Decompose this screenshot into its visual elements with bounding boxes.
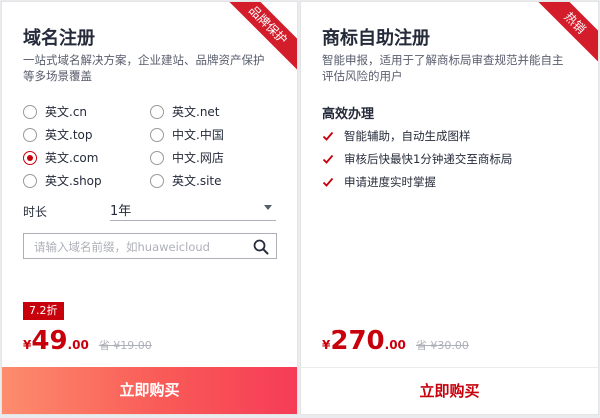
radio-suffix-net[interactable]: 英文.net bbox=[150, 103, 220, 120]
radio-suffix-com[interactable]: 英文.com bbox=[23, 149, 98, 166]
radio-label: 中文.中国 bbox=[172, 128, 224, 142]
domain-search-input[interactable] bbox=[32, 237, 246, 257]
duration-label: 时长 bbox=[23, 205, 48, 219]
radio-circle-icon bbox=[150, 173, 164, 188]
price-decimal: .00 bbox=[384, 338, 406, 352]
price-integer: 270 bbox=[330, 326, 385, 356]
radio-suffix-zhongguo[interactable]: 中文.中国 bbox=[150, 126, 224, 143]
feature-text: 智能辅助，自动生成图样 bbox=[344, 129, 471, 143]
radio-circle-icon bbox=[150, 150, 164, 165]
feature-text: 审核后快最快1分钟递交至商标局 bbox=[344, 152, 513, 166]
buy-now-button[interactable]: 立即购买 bbox=[2, 367, 297, 414]
radio-label: 英文.cn bbox=[45, 105, 88, 119]
feature-text: 申请进度实时掌握 bbox=[344, 175, 436, 189]
section-heading: 高效办理 bbox=[322, 107, 375, 122]
price-saved: 省 ¥30.00 bbox=[415, 339, 469, 352]
duration-value: 1年 bbox=[110, 204, 132, 219]
buy-now-button[interactable]: 立即购买 bbox=[301, 367, 598, 414]
domain-registration-card: 品牌保护 域名注册 一站式域名解决方案，企业建站、品牌资产保护等多场景覆盖 英文… bbox=[1, 1, 298, 415]
check-icon bbox=[322, 177, 334, 187]
radio-label: 英文.site bbox=[172, 174, 222, 188]
radio-suffix-wangdian[interactable]: 中文.网店 bbox=[150, 149, 224, 166]
search-icon[interactable] bbox=[252, 238, 270, 256]
price-integer: 49 bbox=[31, 326, 68, 356]
radio-label: 中文.网店 bbox=[172, 151, 224, 165]
caret-down-icon bbox=[264, 205, 272, 210]
card-description: 智能申报，适用于了解商标局审查规范并能自主评估风险的用户 bbox=[322, 53, 564, 83]
card-description: 一站式域名解决方案，企业建站、品牌资产保护等多场景覆盖 bbox=[23, 53, 265, 83]
radio-suffix-top[interactable]: 英文.top bbox=[23, 126, 92, 143]
radio-suffix-shop[interactable]: 英文.shop bbox=[23, 172, 102, 189]
card-title: 商标自助注册 bbox=[322, 28, 430, 49]
radio-circle-icon bbox=[150, 104, 164, 119]
discount-badge: 7.2折 bbox=[23, 302, 64, 320]
trademark-registration-card: 热销 商标自助注册 智能申报，适用于了解商标局审查规范并能自主评估风险的用户 高… bbox=[300, 1, 599, 415]
price-saved: 省 ¥19.00 bbox=[98, 339, 152, 352]
check-icon bbox=[322, 154, 334, 164]
price: ¥ 49 .00 省 ¥19.00 bbox=[23, 328, 152, 354]
card-title: 域名注册 bbox=[23, 28, 95, 49]
radio-suffix-site[interactable]: 英文.site bbox=[150, 172, 222, 189]
check-icon bbox=[322, 131, 334, 141]
price-currency: ¥ bbox=[322, 338, 331, 352]
price-currency: ¥ bbox=[23, 338, 32, 352]
radio-label: 英文.top bbox=[45, 128, 93, 142]
radio-suffix-cn[interactable]: 英文.cn bbox=[23, 103, 87, 120]
radio-selected-icon bbox=[23, 150, 37, 165]
radio-circle-icon bbox=[23, 127, 37, 142]
radio-label: 英文.com bbox=[45, 151, 99, 165]
radio-circle-icon bbox=[150, 127, 164, 142]
feature-item: 申请进度实时掌握 bbox=[322, 174, 436, 190]
price: ¥ 270 .00 省 ¥30.00 bbox=[322, 328, 469, 354]
radio-circle-icon bbox=[23, 173, 37, 188]
radio-circle-icon bbox=[23, 104, 37, 119]
feature-item: 智能辅助，自动生成图样 bbox=[322, 128, 471, 144]
duration-select[interactable]: 1年 bbox=[110, 195, 276, 221]
domain-search-box bbox=[23, 233, 277, 259]
feature-item: 审核后快最快1分钟递交至商标局 bbox=[322, 151, 512, 167]
price-decimal: .00 bbox=[67, 338, 89, 352]
radio-label: 英文.net bbox=[172, 105, 220, 119]
radio-label: 英文.shop bbox=[45, 174, 102, 188]
